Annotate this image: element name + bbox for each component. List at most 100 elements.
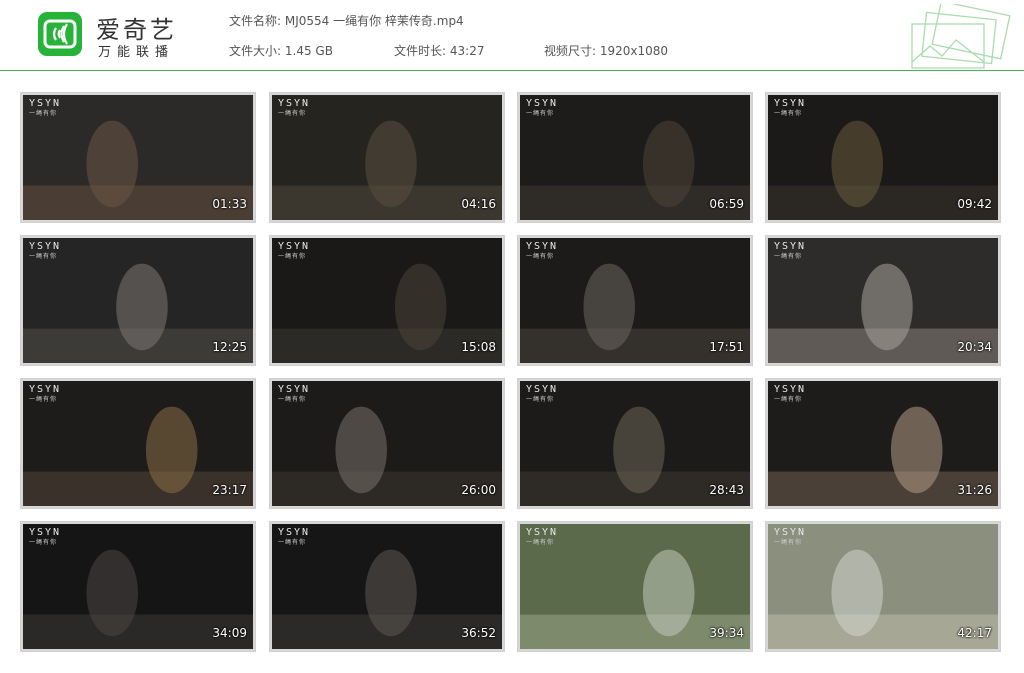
watermark-subtitle: 一绳有你 (278, 110, 307, 117)
timestamp-label: 06:59 (709, 197, 744, 211)
thumbnail-frame: YSYN 一绳有你 26:00 (272, 381, 502, 506)
watermark-subtitle: 一绳有你 (774, 110, 803, 117)
video-resolution-field: 视频尺寸: 1920x1080 (544, 42, 668, 59)
timestamp-label: 15:08 (461, 340, 496, 354)
timestamp-label: 17:51 (709, 340, 744, 354)
watermark-subtitle: 一绳有你 (278, 539, 307, 546)
video-thumbnail[interactable]: YSYN 一绳有你 26:00 (269, 378, 505, 509)
ysyn-watermark: YSYN 一绳有你 (774, 528, 806, 548)
timestamp-label: 42:17 (957, 626, 992, 640)
video-thumbnail[interactable]: YSYN 一绳有你 36:52 (269, 521, 505, 652)
watermark-subtitle: 一绳有你 (29, 396, 58, 403)
watermark-subtitle: 一绳有你 (774, 539, 803, 546)
watermark-subtitle: 一绳有你 (526, 253, 555, 260)
watermark-subtitle: 一绳有你 (29, 110, 58, 117)
ysyn-watermark: YSYN 一绳有你 (278, 528, 310, 548)
ysyn-watermark: YSYN 一绳有你 (526, 528, 558, 548)
photo-stack-decoration-icon (911, 4, 1011, 69)
thumbnail-frame: YSYN 一绳有你 20:34 (768, 238, 998, 363)
file-duration-field: 文件时长: 43:27 (394, 42, 484, 59)
file-duration-value: 43:27 (449, 44, 485, 58)
watermark-logo: YSYN (29, 98, 62, 109)
thumbnail-frame: YSYN 一绳有你 17:51 (520, 238, 750, 363)
timestamp-label: 34:09 (212, 626, 247, 640)
video-thumbnail[interactable]: YSYN 一绳有你 28:43 (517, 378, 753, 509)
file-name-field: 文件名称: MJ0554 一绳有你 梓茉传奇.mp4 (229, 12, 464, 29)
video-thumbnail[interactable]: YSYN 一绳有你 39:34 (517, 521, 753, 652)
ysyn-watermark: YSYN 一绳有你 (278, 385, 310, 405)
watermark-logo: YSYN (526, 527, 559, 538)
ysyn-watermark: YSYN 一绳有你 (29, 99, 61, 119)
video-thumbnail[interactable]: YSYN 一绳有你 06:59 (517, 92, 753, 223)
watermark-logo: YSYN (29, 241, 62, 252)
watermark-subtitle: 一绳有你 (29, 539, 58, 546)
watermark-logo: YSYN (29, 384, 62, 395)
thumbnail-frame: YSYN 一绳有你 06:59 (520, 95, 750, 220)
thumbnail-frame: YSYN 一绳有你 34:09 (23, 524, 253, 649)
watermark-logo: YSYN (278, 384, 311, 395)
thumbnail-frame: YSYN 一绳有你 23:17 (23, 381, 253, 506)
file-size-label: 文件大小: (229, 44, 282, 58)
file-name-label: 文件名称: (229, 14, 282, 28)
brand-subtitle: 万能联播 (98, 45, 175, 60)
ysyn-watermark: YSYN 一绳有你 (278, 99, 310, 119)
watermark-logo: YSYN (526, 241, 559, 252)
file-name-value: MJ0554 一绳有你 梓茉传奇.mp4 (284, 14, 464, 28)
ysyn-watermark: YSYN 一绳有你 (774, 99, 806, 119)
watermark-subtitle: 一绳有你 (526, 396, 555, 403)
header: 爱奇艺 万能联播 文件名称: MJ0554 一绳有你 梓茉传奇.mp4 文件大小… (0, 0, 1024, 71)
video-thumbnail[interactable]: YSYN 一绳有你 09:42 (765, 92, 1001, 223)
watermark-logo: YSYN (774, 384, 807, 395)
video-thumbnail[interactable]: YSYN 一绳有你 12:25 (20, 235, 256, 366)
timestamp-label: 12:25 (212, 340, 247, 354)
video-resolution-label: 视频尺寸: (544, 44, 597, 58)
thumbnail-frame: YSYN 一绳有你 28:43 (520, 381, 750, 506)
thumbnail-frame: YSYN 一绳有你 09:42 (768, 95, 998, 220)
watermark-logo: YSYN (278, 98, 311, 109)
ysyn-watermark: YSYN 一绳有你 (526, 385, 558, 405)
thumbnail-frame: YSYN 一绳有你 39:34 (520, 524, 750, 649)
video-thumbnail[interactable]: YSYN 一绳有你 23:17 (20, 378, 256, 509)
ysyn-watermark: YSYN 一绳有你 (29, 242, 61, 262)
ysyn-watermark: YSYN 一绳有你 (526, 242, 558, 262)
thumbnail-frame: YSYN 一绳有你 31:26 (768, 381, 998, 506)
video-thumbnail[interactable]: YSYN 一绳有你 04:16 (269, 92, 505, 223)
file-size-value: 1.45 GB (284, 44, 333, 58)
video-thumbnail[interactable]: YSYN 一绳有你 01:33 (20, 92, 256, 223)
watermark-logo: YSYN (774, 241, 807, 252)
file-duration-label: 文件时长: (394, 44, 447, 58)
watermark-subtitle: 一绳有你 (526, 539, 555, 546)
timestamp-label: 36:52 (461, 626, 496, 640)
thumbnail-grid: YSYN 一绳有你 01:33 YSYN 一绳有你 04:16 YSYN 一绳有你 06:59 Y… (20, 92, 1004, 654)
timestamp-label: 31:26 (957, 483, 992, 497)
timestamp-label: 26:00 (461, 483, 496, 497)
thumbnail-frame: YSYN 一绳有你 04:16 (272, 95, 502, 220)
video-thumbnail[interactable]: YSYN 一绳有你 20:34 (765, 235, 1001, 366)
ysyn-watermark: YSYN 一绳有你 (278, 242, 310, 262)
timestamp-label: 09:42 (957, 197, 992, 211)
video-thumbnail[interactable]: YSYN 一绳有你 31:26 (765, 378, 1001, 509)
timestamp-label: 39:34 (709, 626, 744, 640)
watermark-logo: YSYN (526, 384, 559, 395)
timestamp-label: 23:17 (212, 483, 247, 497)
watermark-subtitle: 一绳有你 (278, 396, 307, 403)
iqiyi-logo-icon (38, 12, 82, 56)
video-thumbnail[interactable]: YSYN 一绳有你 17:51 (517, 235, 753, 366)
brand-name: 爱奇艺 (96, 16, 177, 44)
ysyn-watermark: YSYN 一绳有你 (774, 242, 806, 262)
thumbnail-frame: YSYN 一绳有你 01:33 (23, 95, 253, 220)
watermark-logo: YSYN (278, 527, 311, 538)
watermark-logo: YSYN (278, 241, 311, 252)
thumbnail-frame: YSYN 一绳有你 36:52 (272, 524, 502, 649)
ysyn-watermark: YSYN 一绳有你 (29, 385, 61, 405)
video-thumbnail[interactable]: YSYN 一绳有你 15:08 (269, 235, 505, 366)
video-thumbnail[interactable]: YSYN 一绳有你 42:17 (765, 521, 1001, 652)
watermark-logo: YSYN (29, 527, 62, 538)
watermark-subtitle: 一绳有你 (278, 253, 307, 260)
video-thumbnail[interactable]: YSYN 一绳有你 34:09 (20, 521, 256, 652)
watermark-logo: YSYN (526, 98, 559, 109)
watermark-subtitle: 一绳有你 (29, 253, 58, 260)
watermark-logo: YSYN (774, 527, 807, 538)
watermark-logo: YSYN (774, 98, 807, 109)
thumbnail-frame: YSYN 一绳有你 42:17 (768, 524, 998, 649)
